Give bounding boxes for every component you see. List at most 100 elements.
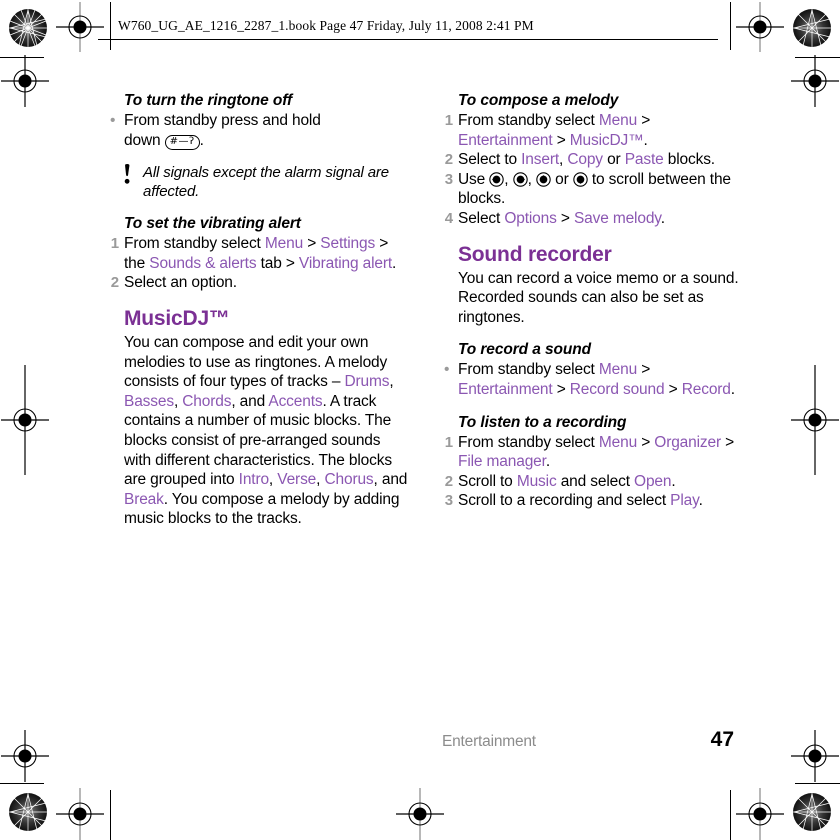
menu-path-link: Music: [516, 472, 557, 490]
menu-path-link: Record sound: [569, 380, 665, 398]
menu-path-link: Insert: [521, 151, 559, 169]
text-run: ,: [527, 170, 536, 188]
step-text: Select Options > Save melody.: [458, 210, 665, 227]
text-run: ,: [268, 471, 278, 489]
list-item: 3 Use , , or to scroll between the blocks…: [442, 170, 742, 209]
menu-path-link: Accents: [268, 392, 323, 410]
musicdj-paragraph: You can compose and edit your own melodi…: [124, 333, 408, 529]
menu-path-link: Open: [634, 472, 672, 490]
sound-recorder-paragraph: You can record a voice memo or a sound. …: [458, 269, 739, 326]
text-run: >: [552, 380, 570, 398]
nav-left-icon: [489, 172, 504, 187]
text-run: . You compose a melody by adding music b…: [124, 490, 400, 528]
menu-path-link: Menu: [598, 361, 638, 379]
text-run: blocks.: [663, 151, 715, 169]
menu-path-link: Chords: [182, 392, 232, 410]
menu-path-link: Record: [681, 380, 731, 398]
menu-path-link: Drums: [344, 373, 390, 391]
step-text: From standby select Menu > Settings > th…: [124, 235, 396, 272]
text-run: or: [602, 151, 625, 169]
step-number: 1: [444, 433, 453, 451]
text-run: .: [660, 209, 665, 227]
bullet-marker: •: [444, 361, 450, 379]
step-text: Select an option.: [124, 274, 237, 291]
text-run: Scroll to a recording and select: [458, 492, 671, 510]
list-item: • From standby select Menu > Entertainme…: [442, 360, 742, 399]
text-run: , and: [373, 471, 408, 489]
step-text-line2-pre: down: [124, 131, 165, 149]
heading-compose-melody: To compose a melody: [458, 92, 619, 109]
text-run: Use: [458, 170, 490, 188]
nav-right-icon: [512, 172, 528, 187]
menu-path-link: Menu: [264, 235, 304, 253]
note-text: All signals except the alarm signal are …: [143, 164, 389, 201]
text-run: >: [637, 433, 655, 451]
menu-path-link: Entertainment: [458, 380, 553, 398]
text-run: From standby select: [458, 433, 599, 451]
step-number: 1: [444, 112, 453, 129]
list-item: 4 Select Options > Save melody.: [442, 209, 742, 229]
text-run: .: [545, 453, 550, 471]
step-number: 2: [110, 274, 119, 292]
step-number: 2: [444, 472, 453, 490]
text-run: From standby select: [458, 361, 599, 379]
step-text-line2-post: .: [199, 131, 204, 149]
page-number: 47: [710, 728, 734, 751]
text-run: >: [637, 112, 651, 129]
text-run: Select: [458, 209, 505, 227]
step-number: 4: [444, 209, 453, 227]
text-run: Scroll to: [458, 472, 517, 490]
page-footer: Entertainment 47: [442, 728, 752, 752]
step-number: 3: [444, 492, 453, 510]
step-text-line1: From standby press and hold: [124, 112, 321, 129]
heading-musicdj: MusicDJ™: [124, 306, 230, 330]
menu-path-link: Break: [124, 490, 164, 508]
heading-record-sound: To record a sound: [458, 341, 591, 359]
footer-section-name: Entertainment: [442, 733, 536, 750]
menu-path-link: Intro: [238, 471, 269, 489]
step-text: From standby select Menu > Entertainment…: [458, 361, 735, 398]
text-run: and select: [556, 472, 635, 490]
step-text: Scroll to a recording and select Play.: [458, 492, 703, 509]
text-run: ,: [504, 170, 513, 188]
list-item: 2 Scroll to Music and select Open.: [442, 472, 742, 492]
compose-melody-steps: 1 From standby select Menu > Entertainmen…: [442, 111, 742, 229]
vibrating-alert-steps: 1 From standby select Menu > Settings > t…: [108, 234, 408, 293]
menu-path-link: Settings: [320, 235, 376, 253]
menu-path-link: Copy: [567, 151, 603, 169]
text-run: .: [671, 472, 676, 490]
nav-up-icon: [536, 172, 551, 187]
menu-path-link: MusicDJ™: [569, 131, 644, 149]
text-run: or: [550, 170, 573, 188]
menu-path-link: Paste: [624, 151, 664, 169]
menu-path-link: Save melody: [573, 209, 661, 227]
menu-path-link: Menu: [598, 112, 638, 129]
list-item: 1 From standby select Menu > Settings > t…: [108, 234, 408, 273]
heading-turn-ringtone-off: To turn the ringtone off: [124, 92, 293, 109]
hash-keycap-icon: #—ʔ: [164, 134, 200, 150]
menu-path-link: Verse: [277, 471, 317, 489]
list-item: 2 Select an option.: [108, 273, 408, 293]
text-run: From standby select: [124, 235, 265, 253]
step-text: From standby select Menu > Entertainment…: [458, 112, 650, 149]
exclamation-mark-icon: [124, 164, 130, 184]
text-run: Select an option.: [124, 274, 237, 292]
text-run: >: [637, 361, 651, 379]
list-item: 2 Select to Insert, Copy or Paste blocks.: [442, 150, 742, 170]
menu-path-link: Entertainment: [458, 131, 553, 149]
note-block: All signals except the alarm signal are …: [124, 163, 408, 201]
menu-path-link: Sounds & alerts: [149, 254, 257, 272]
nav-down-icon: [573, 172, 588, 187]
text-run: >: [552, 131, 570, 149]
ringtone-off-steps: • From standby press and hold down #—ʔ.: [108, 111, 408, 150]
step-number: 1: [110, 235, 119, 253]
list-item: 1 From standby select Menu > Entertainmen…: [442, 111, 742, 150]
listen-recording-steps: 1 From standby select Menu > Organizer > …: [442, 433, 742, 511]
step-text: Scroll to Music and select Open.: [458, 473, 676, 490]
text-run: ,: [389, 373, 394, 391]
list-item: 3 Scroll to a recording and select Play.: [442, 491, 742, 511]
page-content: To turn the ringtone off • From standby …: [0, 0, 840, 840]
step-text: Use , , or to scroll between the blocks.: [458, 171, 731, 208]
right-column: To compose a melody 1 From standby select…: [442, 92, 742, 511]
heading-listen-recording: To listen to a recording: [458, 413, 627, 431]
